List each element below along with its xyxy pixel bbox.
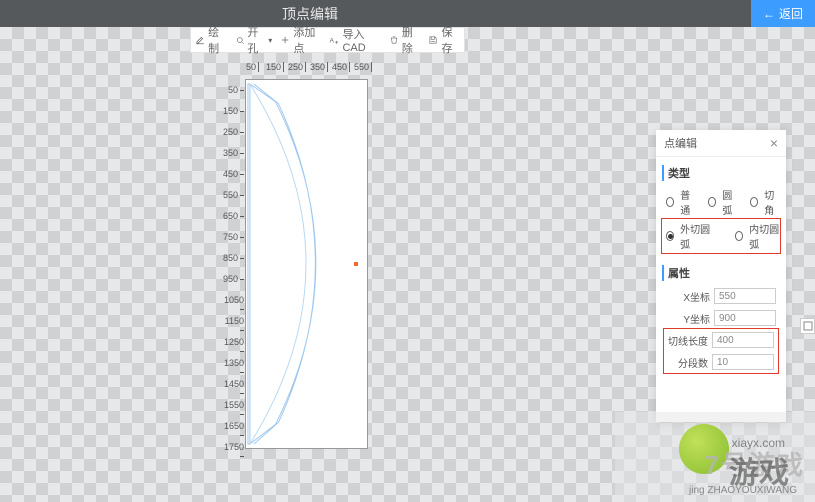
- selected-vertex[interactable]: [354, 262, 358, 266]
- save-icon: [428, 34, 438, 46]
- ruler-h-tick: 50: [246, 62, 259, 72]
- delete-icon: [389, 34, 399, 46]
- prop-tangent-row: 切线长度: [664, 329, 778, 351]
- props-section-label: 属性: [662, 265, 780, 281]
- shape-outline: [246, 80, 367, 448]
- toolbar-draw[interactable]: 绘制: [191, 24, 231, 56]
- close-icon[interactable]: ×: [770, 135, 778, 151]
- toolbar-hole[interactable]: 开孔 ▾: [231, 24, 277, 56]
- type-row-1: 普通 圆弧 切角: [662, 185, 780, 219]
- import-icon: A: [329, 34, 339, 46]
- toolbar: 绘制 开孔 ▾ 添加点 A 导入CAD 删除 保存: [190, 27, 465, 53]
- radio-inner-arc-label: 内切圆弧: [749, 221, 780, 251]
- radio-chamfer-label: 切角: [764, 187, 780, 217]
- toolbar-delete[interactable]: 删除: [385, 24, 425, 56]
- type-section: 类型 普通 圆弧 切角 外切圆弧 内切圆弧: [656, 157, 786, 257]
- toolbar-import-cad-label: 导入CAD: [342, 26, 380, 54]
- back-label: 返回: [779, 5, 803, 22]
- ruler-h-tick: 550: [354, 62, 372, 72]
- prop-segments-row: 分段数: [664, 351, 778, 373]
- type-section-label: 类型: [662, 165, 780, 181]
- ruler-v-tick: 750: [223, 233, 246, 242]
- radio-arc[interactable]: [708, 197, 716, 207]
- highlighted-props: 切线长度 分段数: [664, 329, 778, 373]
- y-label: Y坐标: [666, 311, 710, 326]
- edit-icon: [195, 34, 205, 46]
- ruler-v-tick: 1750: [222, 443, 246, 461]
- ruler-v-tick: 650: [223, 212, 246, 221]
- type-row-2: 外切圆弧 内切圆弧: [662, 219, 780, 253]
- ruler-v-tick: 450: [223, 170, 246, 179]
- prop-y-row: Y坐标: [662, 307, 780, 329]
- ruler-h-tick: 150: [266, 62, 284, 72]
- props-section: 属性 X坐标 Y坐标 切线长度 分段数: [656, 257, 786, 377]
- hole-icon: [235, 34, 245, 46]
- ruler-v-tick: 1050: [222, 296, 246, 314]
- ruler-v-tick: 150: [223, 107, 246, 116]
- tangent-input[interactable]: [712, 332, 774, 348]
- ruler-v-tick: 1150: [222, 317, 246, 335]
- segments-label: 分段数: [668, 355, 708, 370]
- toolbar-import-cad[interactable]: A 导入CAD: [325, 26, 384, 54]
- chevron-down-icon: ▾: [268, 36, 272, 45]
- ruler-horizontal: 50 150 250 350 450 550: [244, 62, 379, 76]
- ruler-v-tick: 1350: [222, 359, 246, 377]
- panel-title: 点编辑: [664, 135, 697, 151]
- svg-text:A: A: [330, 38, 335, 45]
- toolbar-save-label: 保存: [442, 24, 461, 56]
- x-input[interactable]: [714, 288, 776, 304]
- back-button[interactable]: ← 返回: [751, 0, 815, 27]
- radio-inner-arc[interactable]: [735, 231, 743, 241]
- toolbar-delete-label: 删除: [402, 24, 421, 56]
- radio-outer-arc-label: 外切圆弧: [680, 221, 711, 251]
- radio-normal[interactable]: [666, 197, 674, 207]
- ruler-v-tick: 1550: [222, 401, 246, 419]
- ruler-v-tick: 950: [223, 275, 246, 284]
- ruler-v-tick: 1650: [222, 422, 246, 440]
- ruler-h-tick: 450: [332, 62, 350, 72]
- radio-outer-arc[interactable]: [666, 231, 674, 241]
- x-label: X坐标: [666, 289, 710, 304]
- toolbar-add-point[interactable]: 添加点: [276, 24, 325, 56]
- segments-input[interactable]: [712, 354, 774, 370]
- tangent-label: 切线长度: [668, 333, 708, 348]
- ruler-v-tick: 50: [228, 86, 246, 95]
- radio-arc-label: 圆弧: [722, 187, 738, 217]
- ruler-v-tick: 350: [223, 149, 246, 158]
- shape-canvas[interactable]: [245, 79, 368, 449]
- ruler-v-tick: 550: [223, 191, 246, 200]
- ruler-v-tick: 1250: [222, 338, 246, 356]
- add-point-icon: [280, 34, 290, 46]
- ruler-v-tick: 850: [223, 254, 246, 263]
- prop-x-row: X坐标: [662, 285, 780, 307]
- radio-chamfer[interactable]: [750, 197, 758, 207]
- ruler-h-tick: 350: [310, 62, 328, 72]
- panel-bottom-spacer: [656, 377, 786, 422]
- back-arrow-icon: ←: [763, 7, 775, 21]
- toolbar-save[interactable]: 保存: [424, 24, 464, 56]
- ruler-v-tick: 1450: [222, 380, 246, 398]
- toolbar-draw-label: 绘制: [208, 24, 227, 56]
- panel-header: 点编辑 ×: [656, 130, 786, 157]
- panel-icon: [803, 321, 813, 331]
- point-edit-panel: 点编辑 × 类型 普通 圆弧 切角 外切圆弧 内切圆弧 属性 X坐标 Y坐标: [656, 130, 786, 422]
- page-title: 顶点编辑: [282, 4, 338, 24]
- side-toggle-button[interactable]: [800, 318, 815, 334]
- toolbar-hole-label: 开孔: [247, 24, 265, 56]
- toolbar-add-point-label: 添加点: [293, 24, 321, 56]
- top-bar: 顶点编辑 ← 返回: [0, 0, 815, 27]
- y-input[interactable]: [714, 310, 776, 326]
- radio-normal-label: 普通: [680, 187, 696, 217]
- ruler-v-tick: 250: [223, 128, 246, 137]
- ruler-h-tick: 250: [288, 62, 306, 72]
